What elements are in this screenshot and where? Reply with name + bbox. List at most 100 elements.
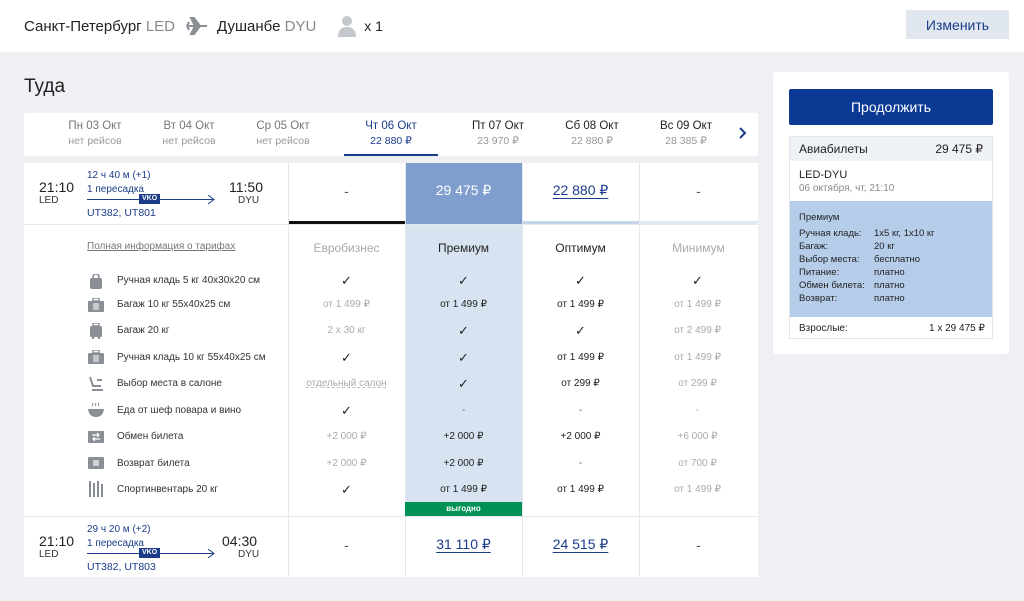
tariff-cell: +2 000 ₽ bbox=[443, 431, 484, 442]
tariff-cell: от 1 499 ₽ bbox=[323, 299, 370, 310]
detail-row: Багаж: 20 кг bbox=[799, 241, 895, 252]
adults-row: Взрослые: 1 x 29 475 ₽ bbox=[799, 323, 985, 334]
flight-2-departure: 21:10 LED bbox=[39, 533, 75, 560]
flight-2-arrival: 04:30 DYU bbox=[222, 533, 260, 560]
tariff-cell: +6 000 ₽ bbox=[677, 431, 718, 442]
flight-2-price-minimum[interactable]: - bbox=[639, 537, 758, 553]
premium-column bbox=[405, 224, 522, 515]
continue-button[interactable]: Продолжить bbox=[789, 89, 993, 125]
tariff-cell: от 2 499 ₽ bbox=[674, 325, 721, 336]
flight-1-numbers: UT382, UT801 bbox=[87, 207, 156, 219]
date-tab-selected[interactable]: Чт 06 Окт 22 880 ₽ bbox=[344, 119, 438, 156]
tariff-cell: от 1 499 ₽ bbox=[440, 484, 487, 495]
tariff-cell: от 1 499 ₽ bbox=[557, 299, 604, 310]
tariff-cell: от 1 499 ₽ bbox=[674, 352, 721, 363]
tariff-cell: ✓ bbox=[692, 273, 703, 288]
row-label: Возврат билета bbox=[117, 458, 190, 469]
chevron-right-icon[interactable] bbox=[738, 126, 748, 145]
plane-icon bbox=[185, 16, 209, 36]
tariff-cell: +2 000 ₽ bbox=[443, 458, 484, 469]
flights-table: 21:10 LED 12 ч 40 м (+1) 1 пересадка VKO … bbox=[24, 163, 758, 577]
date-tab[interactable]: Пн 03 Окт нет рейсов bbox=[48, 119, 142, 149]
change-search-button[interactable]: Изменить bbox=[906, 10, 1009, 39]
summary-date: 06 октября, чт, 21:10 bbox=[799, 183, 895, 194]
flight-1-price-premium[interactable]: 29 475 ₽ bbox=[405, 182, 522, 199]
tariff-cell: от 299 ₽ bbox=[561, 378, 600, 389]
booking-summary: Продолжить Авиабилеты 29 475 ₽ LED-DYU 0… bbox=[773, 72, 1009, 354]
detail-row: Питание: платно bbox=[799, 267, 905, 278]
tariff-cell: отдельный салон bbox=[306, 378, 387, 389]
detail-row: Обмен билета: платно bbox=[799, 280, 905, 291]
flight-1-price-minimum[interactable]: - bbox=[639, 183, 758, 199]
tariff-cell: ✓ bbox=[458, 376, 469, 391]
date-tab[interactable]: Ср 05 Окт нет рейсов bbox=[236, 119, 330, 149]
tariff-cell: ✓ bbox=[575, 273, 586, 288]
refund-icon bbox=[87, 455, 105, 471]
tickets-header: Авиабилеты 29 475 ₽ bbox=[790, 137, 992, 161]
person-icon bbox=[338, 16, 357, 37]
row-label: Еда от шеф повара и вино bbox=[117, 405, 242, 416]
from-city: Санкт-Петербург LED bbox=[24, 17, 176, 35]
tariff-cell: ✓ bbox=[341, 482, 352, 497]
tariff-cell: - bbox=[578, 458, 583, 469]
flight-1-departure: 21:10 LED bbox=[39, 179, 75, 206]
best-value-badge: выгодно bbox=[405, 502, 522, 516]
tariff-cell: ✓ bbox=[575, 323, 586, 338]
tariff-cell: ✓ bbox=[341, 273, 352, 288]
tariff-cell: - bbox=[695, 405, 700, 416]
baggage-icon bbox=[87, 297, 105, 313]
date-tab[interactable]: Сб 08 Окт 22 880 ₽ bbox=[545, 119, 639, 149]
tariff-cell: от 1 499 ₽ bbox=[557, 484, 604, 495]
tariff-cell: от 1 499 ₽ bbox=[557, 352, 604, 363]
meal-icon bbox=[87, 402, 105, 418]
tariff-cell: +2 000 ₽ bbox=[326, 431, 367, 442]
passenger-count: x 1 bbox=[338, 15, 383, 37]
flight-2-price-optimum[interactable]: 24 515 ₽ bbox=[522, 536, 639, 553]
row-label: Ручная кладь 10 кг 55x40x25 см bbox=[117, 352, 266, 363]
sports-icon bbox=[87, 481, 105, 497]
tariff-cell: от 700 ₽ bbox=[678, 458, 717, 469]
direction-title: Туда bbox=[24, 76, 66, 97]
detail-row: Возврат: платно bbox=[799, 293, 905, 304]
tariff-info-link[interactable]: Полная информация о тарифах bbox=[87, 241, 235, 252]
tariff-cell: ✓ bbox=[341, 403, 352, 418]
column-optimum: Оптимум bbox=[555, 241, 606, 255]
tariff-name: Премиум bbox=[799, 212, 840, 223]
handbag-icon bbox=[87, 273, 105, 289]
row-label: Багаж 10 кг 55x40x25 см bbox=[117, 299, 231, 310]
date-tab[interactable]: Пт 07 Окт 23 970 ₽ bbox=[451, 119, 545, 149]
flight-1-price-optimum[interactable]: 22 880 ₽ bbox=[522, 182, 639, 199]
tariff-cell: 2 x 30 кг bbox=[327, 325, 366, 336]
row-label: Спортинвентарь 20 кг bbox=[117, 484, 219, 495]
summary-route: LED-DYU bbox=[799, 169, 848, 181]
search-header: Санкт-Петербург LED Душанбе DYU x 1 Изме… bbox=[0, 0, 1024, 52]
carry-on-icon bbox=[87, 349, 105, 365]
flight-2-price-premium[interactable]: 31 110 ₽ bbox=[405, 536, 522, 553]
flight-2-price-business[interactable]: - bbox=[288, 537, 405, 553]
tariff-cell: от 1 499 ₽ bbox=[440, 299, 487, 310]
flight-1-arrival: 11:50 DYU bbox=[229, 179, 263, 206]
flight-1-price-business[interactable]: - bbox=[288, 183, 405, 199]
suitcase-icon bbox=[87, 323, 105, 339]
date-selector: Пн 03 Окт нет рейсов Вт 04 Окт нет рейсов … bbox=[24, 113, 758, 156]
row-label: Обмен билета bbox=[117, 431, 184, 442]
detail-row: Ручная кладь: 1x5 кг, 1x10 кг bbox=[799, 228, 935, 239]
flight-2-route-line: VKO bbox=[87, 548, 215, 560]
tariff-cell: +2 000 ₽ bbox=[326, 458, 367, 469]
tariff-cell: от 299 ₽ bbox=[678, 378, 717, 389]
column-eurobusiness: Евробизнес bbox=[313, 241, 380, 255]
tariff-cell: от 1 499 ₽ bbox=[674, 299, 721, 310]
date-tab[interactable]: Вт 04 Окт нет рейсов bbox=[142, 119, 236, 149]
date-tab[interactable]: Вс 09 Окт 28 385 ₽ bbox=[639, 119, 733, 149]
flight-2-duration: 29 ч 20 м (+2) bbox=[87, 524, 151, 535]
flight-1-duration: 12 ч 40 м (+1) bbox=[87, 170, 151, 181]
tariff-cell: - bbox=[578, 405, 583, 416]
flight-2-numbers: UT382, UT803 bbox=[87, 561, 156, 573]
row-label: Выбор места в салоне bbox=[117, 378, 222, 389]
column-premium: Премиум bbox=[437, 241, 490, 255]
tariff-details: Премиум Ручная кладь: 1x5 кг, 1x10 кг Баг… bbox=[790, 201, 992, 317]
tariff-cell: ✓ bbox=[458, 350, 469, 365]
seat-icon bbox=[87, 375, 105, 391]
flight-1-route-line: VKO bbox=[87, 194, 215, 206]
summary-box: Авиабилеты 29 475 ₽ LED-DYU 06 октября, … bbox=[789, 136, 993, 339]
